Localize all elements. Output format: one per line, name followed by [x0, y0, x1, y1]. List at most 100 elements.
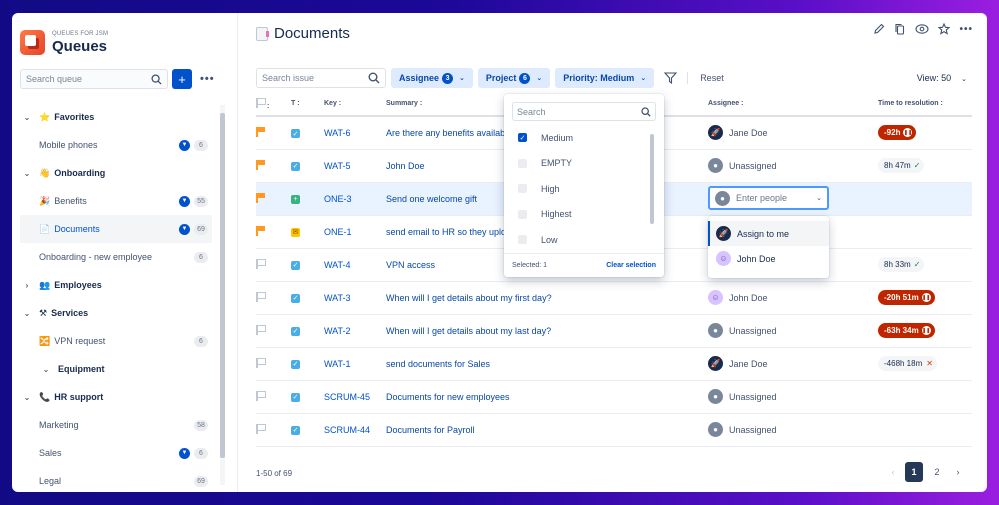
- checkbox[interactable]: ✓: [518, 133, 527, 143]
- column-header-type[interactable]: T :: [291, 92, 324, 117]
- flag-cell[interactable]: [256, 116, 291, 150]
- page-button[interactable]: 2: [928, 462, 946, 482]
- issue-summary[interactable]: Documents for Payroll: [386, 413, 708, 447]
- assignee-option[interactable]: 🚀 Assign to me: [708, 221, 829, 246]
- sidebar-item-equipment[interactable]: ⌄ Equipment: [20, 355, 212, 383]
- sidebar-item-vpn-request[interactable]: 🔀 VPN request 6: [20, 327, 212, 355]
- checkbox[interactable]: [518, 209, 527, 219]
- issue-key[interactable]: ONE-3: [324, 182, 386, 216]
- clear-selection-button[interactable]: Clear selection: [606, 262, 656, 269]
- sidebar-item-favorites[interactable]: ⌄ ⭐ Favorites: [20, 103, 212, 131]
- flag-cell[interactable]: [256, 281, 291, 315]
- issue-key[interactable]: WAT-1: [324, 347, 386, 381]
- table-row[interactable]: ✓ SCRUM-45 Documents for new employees ● Una…: [256, 380, 972, 414]
- flag-icon[interactable]: [256, 390, 266, 401]
- chevron-down-icon[interactable]: ⌄: [20, 393, 34, 402]
- sidebar-item-services[interactable]: ⌄ ⚒ Services: [20, 299, 212, 327]
- edit-icon[interactable]: [873, 23, 885, 35]
- table-row[interactable]: ✓ WAT-1 send documents for Sales 🚀 Jane Doe -…: [256, 347, 972, 381]
- flag-icon[interactable]: [256, 159, 265, 170]
- table-row[interactable]: ✓ WAT-2 When will I get details about my l…: [256, 314, 972, 348]
- priority-option-medium[interactable]: ✓ Medium: [504, 125, 664, 151]
- sidebar-more-button[interactable]: •••: [200, 73, 215, 85]
- assignee-cell[interactable]: ● Unassigned: [708, 314, 878, 348]
- column-header-flag[interactable]: :: [256, 92, 291, 117]
- page-button[interactable]: 1: [905, 462, 923, 482]
- flag-icon[interactable]: [256, 324, 266, 335]
- priority-option-empty[interactable]: EMPTY: [504, 151, 664, 177]
- issue-key[interactable]: SCRUM-44: [324, 413, 386, 447]
- more-icon[interactable]: •••: [959, 24, 973, 35]
- assignee[interactable]: ● Unassigned: [708, 389, 878, 404]
- column-header-key[interactable]: Key :: [324, 92, 386, 117]
- assignee-cell[interactable]: ● Unassigned: [708, 149, 878, 183]
- issue-key[interactable]: WAT-4: [324, 248, 386, 282]
- filter-icon[interactable]: [664, 72, 678, 84]
- sidebar-item-documents[interactable]: 📄 Documents ▼ 69: [20, 215, 212, 243]
- priority-option-highest[interactable]: Highest: [504, 202, 664, 228]
- chevron-down-icon[interactable]: ⌄: [20, 169, 34, 178]
- view-size-select[interactable]: View: 50 ⌄: [917, 73, 967, 83]
- flag-icon[interactable]: [256, 258, 266, 269]
- sidebar-item-sales[interactable]: Sales ▼ 6: [20, 439, 212, 467]
- search-issue-input[interactable]: Search issue: [256, 68, 386, 88]
- sidebar-scrollbar-thumb[interactable]: [220, 113, 225, 458]
- copy-icon[interactable]: [894, 23, 906, 35]
- checkbox[interactable]: [518, 235, 527, 245]
- reset-button[interactable]: Reset: [700, 73, 724, 83]
- priority-option-low[interactable]: Low: [504, 227, 664, 253]
- add-queue-button[interactable]: +: [172, 69, 192, 89]
- chevron-down-icon[interactable]: ⌄: [20, 113, 34, 122]
- table-row[interactable]: ✓ WAT-3 When will I get details about my f…: [256, 281, 972, 315]
- search-queue-input[interactable]: Search queue: [20, 69, 168, 89]
- priority-scrollbar[interactable]: [650, 130, 654, 247]
- project-filter[interactable]: Project 6 ⌄: [477, 68, 551, 88]
- assignee-cell[interactable]: ● Unassigned: [708, 413, 878, 447]
- sidebar-scrollbar[interactable]: [220, 105, 225, 485]
- assignee-filter[interactable]: Assignee 3 ⌄: [391, 68, 473, 88]
- chevron-down-icon[interactable]: ⌄: [20, 309, 34, 318]
- assignee[interactable]: 🚀 Jane Doe: [708, 356, 878, 371]
- star-icon[interactable]: [938, 23, 951, 35]
- checkbox[interactable]: [518, 184, 527, 194]
- sidebar-item-marketing[interactable]: Marketing 58: [20, 411, 212, 439]
- sidebar-item-benefits[interactable]: 🎉 Benefits ▼ 55: [20, 187, 212, 215]
- issue-key[interactable]: WAT-2: [324, 314, 386, 348]
- flag-icon[interactable]: [256, 423, 266, 434]
- priority-search-input[interactable]: Search: [512, 102, 656, 121]
- flag-cell[interactable]: [256, 380, 291, 414]
- flag-cell[interactable]: [256, 182, 291, 216]
- assignee[interactable]: ☺ John Doe: [708, 290, 878, 305]
- flag-cell[interactable]: [256, 248, 291, 282]
- issue-summary[interactable]: Documents for new employees: [386, 380, 708, 414]
- table-row[interactable]: ✓ SCRUM-44 Documents for Payroll ● Unassigne…: [256, 413, 972, 447]
- assignee-cell[interactable]: ☺ John Doe: [708, 281, 878, 315]
- sidebar-item-mobile-phones[interactable]: Mobile phones ▼ 6: [20, 131, 212, 159]
- issue-key[interactable]: SCRUM-45: [324, 380, 386, 414]
- flag-cell[interactable]: [256, 347, 291, 381]
- priority-filter[interactable]: Priority: Medium ⌄: [555, 68, 655, 88]
- issue-key[interactable]: ONE-1: [324, 215, 386, 249]
- issue-summary[interactable]: send documents for Sales: [386, 347, 708, 381]
- assignee-cell[interactable]: 🚀 Jane Doe: [708, 347, 878, 381]
- checkbox[interactable]: [518, 158, 527, 168]
- issue-key[interactable]: WAT-6: [324, 116, 386, 150]
- assignee-option[interactable]: ☺ John Doe: [708, 246, 829, 271]
- sidebar-item-onboarding[interactable]: ⌄ 👋 Onboarding: [20, 159, 212, 187]
- assignee[interactable]: ● Unassigned: [708, 323, 878, 338]
- flag-icon[interactable]: [256, 291, 266, 302]
- assignee-cell[interactable]: 🚀 Jane Doe: [708, 116, 878, 150]
- sidebar-item-legal[interactable]: Legal 69: [20, 467, 212, 492]
- flag-icon[interactable]: [256, 192, 265, 203]
- issue-key[interactable]: WAT-3: [324, 281, 386, 315]
- column-header-assignee[interactable]: Assignee :: [708, 92, 878, 117]
- assignee[interactable]: 🚀 Jane Doe: [708, 125, 878, 141]
- issue-key[interactable]: WAT-5: [324, 149, 386, 183]
- sidebar-item-onboarding-new-employee[interactable]: Onboarding - new employee 6: [20, 243, 212, 271]
- flag-cell[interactable]: [256, 149, 291, 183]
- watch-icon[interactable]: [915, 23, 930, 35]
- sidebar-item-employees[interactable]: › 👥 Employees: [20, 271, 212, 299]
- chevron-down-icon[interactable]: ⌄: [39, 365, 53, 374]
- flag-icon[interactable]: [256, 357, 266, 368]
- next-page-icon[interactable]: ›: [951, 467, 965, 477]
